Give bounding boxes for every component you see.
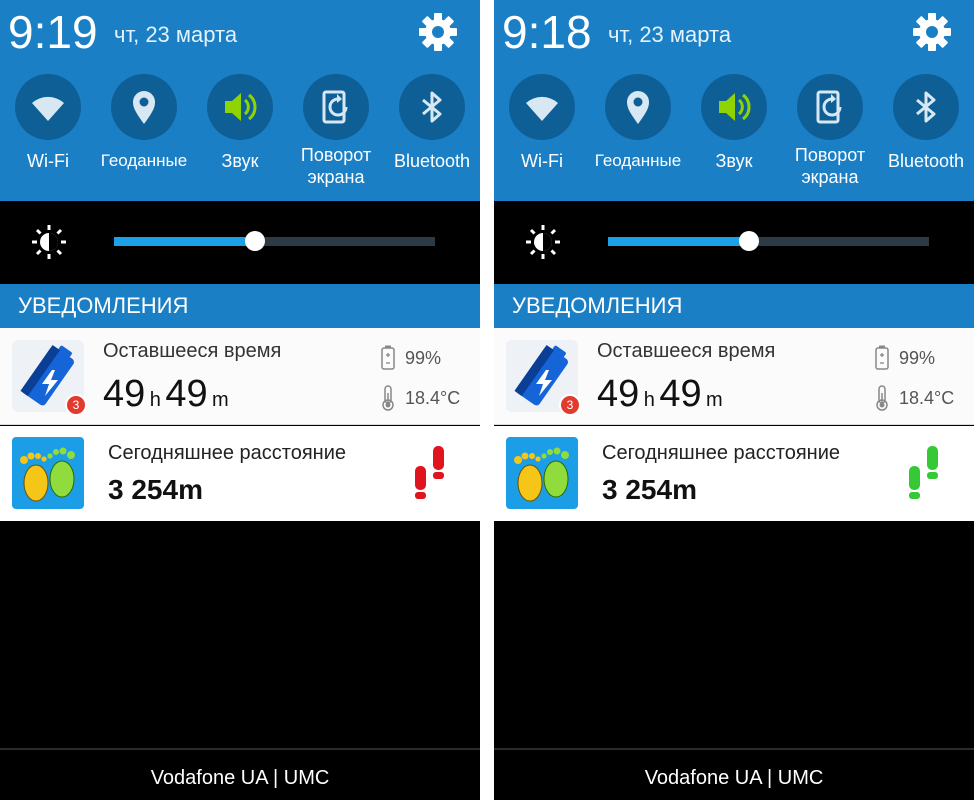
- toggle-rotation[interactable]: Поворот экрана: [288, 74, 384, 194]
- minutes-value: 49: [165, 373, 208, 415]
- toggle-circle: [797, 74, 863, 140]
- steps-notification-title: Сегодняшнее расстояние: [602, 442, 841, 464]
- thermometer-icon: [382, 385, 394, 411]
- wifi-icon: [526, 96, 558, 121]
- toggle-circle: [303, 74, 369, 140]
- phone-screen-right: 9:18 чт, 23 марта Wi-Fi Геоданные Звук П…: [494, 0, 974, 800]
- toggle-label: Звук: [221, 151, 259, 171]
- date: чт, 23 марта: [114, 22, 238, 47]
- minutes-value: 49: [659, 373, 702, 415]
- brightness-row: [494, 201, 974, 284]
- brightness-row: [0, 201, 480, 284]
- location-pin-icon: [627, 91, 649, 124]
- pedometer-app-icon: [12, 437, 84, 509]
- brightness-icon: [526, 225, 560, 259]
- toggle-label: Поворот экрана: [794, 145, 866, 187]
- speaker-icon: [225, 93, 257, 121]
- toggle-label: Геоданные: [100, 151, 188, 170]
- screen-rotation-icon: [322, 90, 348, 124]
- brightness-slider[interactable]: [114, 231, 435, 251]
- toggle-circle: [399, 74, 465, 140]
- toggle-label: Геоданные: [594, 151, 682, 170]
- brightness-slider-thumb[interactable]: [739, 231, 759, 251]
- steps-notification[interactable]: Сегодняшнее расстояние 3 254m: [0, 426, 480, 521]
- distance-value: 3 254m: [108, 474, 203, 505]
- toggle-sound[interactable]: Звук: [686, 74, 782, 194]
- pedometer-app-icon: [506, 437, 578, 509]
- battery-temperature-value: 18.4°C: [405, 388, 461, 408]
- distance-value: 3 254m: [602, 474, 697, 505]
- thermometer-icon: [876, 385, 888, 411]
- battery-level-icon: [875, 345, 889, 370]
- screen-rotation-icon: [816, 90, 842, 124]
- toggle-location[interactable]: Геоданные: [96, 74, 192, 194]
- battery-level-icon: [381, 345, 395, 370]
- steps-notification[interactable]: Сегодняшнее расстояние 3 254m: [494, 426, 974, 521]
- notification-count-badge: 3: [65, 394, 87, 416]
- brightness-slider-fill: [114, 237, 255, 246]
- toggle-label: Wi-Fi: [521, 151, 563, 171]
- hours-unit: h: [643, 389, 655, 411]
- remaining-time: 49 h 49 m: [597, 372, 723, 416]
- battery-notification[interactable]: 3 Оставшееся время 49 h 49 m 99% 18.4°C: [494, 328, 974, 425]
- quick-settings-panel: 9:18 чт, 23 марта Wi-Fi Геоданные Звук П…: [494, 0, 974, 201]
- hours-value: 49: [597, 373, 640, 415]
- carrier-label: Vodafone UA | UMC: [494, 748, 974, 800]
- clock: 9:19: [8, 6, 98, 58]
- location-pin-icon: [133, 91, 155, 124]
- notification-count-badge: 3: [559, 394, 581, 416]
- footprints-icon: [415, 446, 444, 499]
- gear-icon[interactable]: [416, 10, 460, 54]
- battery-percent-value: 99%: [899, 348, 936, 368]
- toggle-circle: [605, 74, 671, 140]
- toggle-circle: [111, 74, 177, 140]
- toggle-bluetooth[interactable]: Bluetooth: [384, 74, 480, 194]
- hours-value: 49: [103, 373, 146, 415]
- toggle-wifi[interactable]: Wi-Fi: [494, 74, 590, 194]
- toggle-circle: [893, 74, 959, 140]
- toggle-label: Bluetooth: [887, 151, 965, 171]
- battery-notification-title: Оставшееся время: [597, 340, 776, 362]
- bluetooth-icon: [422, 91, 442, 123]
- battery-temperature-value: 18.4°C: [899, 388, 955, 408]
- toggle-rotation[interactable]: Поворот экрана: [782, 74, 878, 194]
- battery-notification-title: Оставшееся время: [103, 340, 282, 362]
- toggle-label: Звук: [715, 151, 753, 171]
- toggle-sound[interactable]: Звук: [192, 74, 288, 194]
- phone-screen-left: 9:19 чт, 23 марта Wi-Fi Геоданные Звук П…: [0, 0, 480, 800]
- steps-notification-title: Сегодняшнее расстояние: [108, 442, 347, 464]
- battery-notification[interactable]: 3 Оставшееся время 49 h 49 m 99% 18.4°C: [0, 328, 480, 425]
- hours-unit: h: [149, 389, 161, 411]
- toggle-circle: [207, 74, 273, 140]
- gear-icon[interactable]: [910, 10, 954, 54]
- brightness-icon: [32, 225, 66, 259]
- notifications-header: УВЕДОМЛЕНИЯ: [0, 284, 480, 328]
- wifi-icon: [32, 96, 64, 121]
- brightness-slider-thumb[interactable]: [245, 231, 265, 251]
- toggle-label: Wi-Fi: [27, 151, 69, 171]
- date: чт, 23 марта: [608, 22, 732, 47]
- minutes-unit: m: [212, 389, 229, 411]
- minutes-unit: m: [706, 389, 723, 411]
- remaining-time: 49 h 49 m: [103, 372, 229, 416]
- footprints-icon: [909, 446, 938, 499]
- toggle-circle: [15, 74, 81, 140]
- carrier-label: Vodafone UA | UMC: [0, 748, 480, 800]
- notifications-header: УВЕДОМЛЕНИЯ: [494, 284, 974, 328]
- brightness-slider[interactable]: [608, 231, 929, 251]
- speaker-icon: [719, 93, 751, 121]
- bluetooth-icon: [916, 91, 936, 123]
- toggle-location[interactable]: Геоданные: [590, 74, 686, 194]
- quick-settings-panel: 9:19 чт, 23 марта Wi-Fi Геоданные Звук П…: [0, 0, 480, 201]
- toggle-wifi[interactable]: Wi-Fi: [0, 74, 96, 194]
- battery-percent-value: 99%: [405, 348, 442, 368]
- toggle-circle: [509, 74, 575, 140]
- toggle-circle: [701, 74, 767, 140]
- toggle-label: Поворот экрана: [300, 145, 372, 187]
- toggle-bluetooth[interactable]: Bluetooth: [878, 74, 974, 194]
- brightness-slider-fill: [608, 237, 749, 246]
- toggle-label: Bluetooth: [393, 151, 471, 171]
- clock: 9:18: [502, 6, 592, 58]
